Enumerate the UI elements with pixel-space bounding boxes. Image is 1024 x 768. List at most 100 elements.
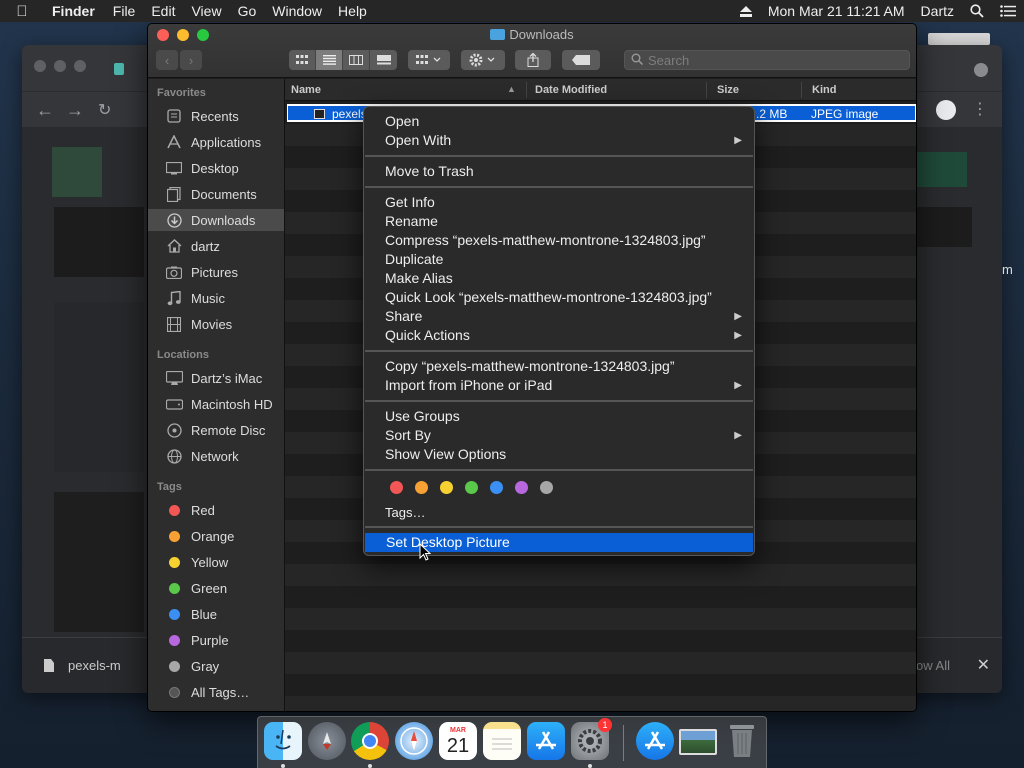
forward-icon[interactable]: → xyxy=(66,100,84,121)
sidebar-tag-purple[interactable]: Purple xyxy=(148,629,284,651)
sidebar-item-imac[interactable]: Dartz’s iMac xyxy=(148,367,284,389)
eject-icon[interactable] xyxy=(732,5,760,17)
tag-yellow-dot[interactable] xyxy=(440,481,453,494)
column-name[interactable]: Name xyxy=(291,84,321,96)
menu-item-compress[interactable]: Compress “pexels-matthew-montrone-132480… xyxy=(364,231,754,250)
sidebar-item-documents[interactable]: Documents xyxy=(148,183,284,205)
list-column-header: Name ▲ Date Modified Size Kind xyxy=(285,79,916,101)
close-download-bar-icon[interactable]: ✕ xyxy=(977,655,990,675)
gallery-view-icon[interactable] xyxy=(370,50,397,70)
desktop-icon xyxy=(165,160,183,176)
menu-item-import-from-iphone[interactable]: Import from iPhone or iPad ▶ xyxy=(364,376,754,395)
menu-item-share[interactable]: Share ▶ xyxy=(364,307,754,326)
menu-clock[interactable]: Mon Mar 21 11:21 AM xyxy=(760,3,913,19)
sidebar-item-downloads[interactable]: Downloads xyxy=(148,209,284,231)
menu-item-show-view-options[interactable]: Show View Options xyxy=(364,445,754,464)
menu-item-make-alias[interactable]: Make Alias xyxy=(364,269,754,288)
sidebar-tag-yellow[interactable]: Yellow xyxy=(148,551,284,573)
menu-user[interactable]: Dartz xyxy=(913,3,962,19)
finder-icon[interactable] xyxy=(264,722,302,760)
reload-icon[interactable]: ↻ xyxy=(98,100,111,120)
tag-red-dot[interactable] xyxy=(390,481,403,494)
apple-menu-icon[interactable]:  xyxy=(0,3,44,20)
menu-item-use-groups[interactable]: Use Groups xyxy=(364,407,754,426)
column-kind[interactable]: Kind xyxy=(812,84,836,96)
menu-help[interactable]: Help xyxy=(330,3,375,19)
browser-kebab-icon[interactable]: ⋮ xyxy=(972,99,988,119)
show-all-button[interactable]: ow All xyxy=(916,658,950,673)
tag-blue-dot[interactable] xyxy=(490,481,503,494)
photo-icon[interactable] xyxy=(679,729,717,755)
view-mode-control xyxy=(289,50,397,70)
forward-button[interactable]: › xyxy=(180,50,202,70)
launchpad-icon[interactable] xyxy=(308,722,346,760)
sidebar-tag-blue[interactable]: Blue xyxy=(148,603,284,625)
profile-avatar-icon[interactable] xyxy=(936,100,956,120)
menu-item-get-info[interactable]: Get Info xyxy=(364,193,754,212)
sidebar-item-recents[interactable]: Recents xyxy=(148,105,284,127)
tag-green-dot[interactable] xyxy=(465,481,478,494)
column-size[interactable]: Size xyxy=(717,84,739,96)
icon-view-icon[interactable] xyxy=(289,50,316,70)
menu-item-quick-actions[interactable]: Quick Actions ▶ xyxy=(364,326,754,345)
tag-gray-dot[interactable] xyxy=(540,481,553,494)
hard-disk-icon xyxy=(165,396,183,412)
sidebar-tag-green[interactable]: Green xyxy=(148,577,284,599)
back-icon[interactable]: ← xyxy=(36,100,54,121)
chrome-icon[interactable] xyxy=(351,722,389,760)
sidebar-tag-orange[interactable]: Orange xyxy=(148,525,284,547)
group-button[interactable] xyxy=(408,50,450,70)
column-date-modified[interactable]: Date Modified xyxy=(535,84,607,96)
sidebar-item-movies[interactable]: Movies xyxy=(148,313,284,335)
menu-item-open[interactable]: Open xyxy=(364,112,754,131)
back-button[interactable]: ‹ xyxy=(156,50,178,70)
menu-window[interactable]: Window xyxy=(264,3,330,19)
browser-menu-icon[interactable] xyxy=(974,63,988,77)
sidebar-tag-red[interactable]: Red xyxy=(148,499,284,521)
tag-purple-dot[interactable] xyxy=(515,481,528,494)
sidebar-item-music[interactable]: Music xyxy=(148,287,284,309)
sidebar-item-pictures[interactable]: Pictures xyxy=(148,261,284,283)
menu-app-name[interactable]: Finder xyxy=(44,3,105,19)
download-item[interactable]: pexels-m xyxy=(44,658,121,673)
action-button[interactable] xyxy=(461,50,505,70)
downloads-icon xyxy=(165,212,183,228)
calendar-icon[interactable]: MAR 21 xyxy=(439,722,477,760)
menu-file[interactable]: File xyxy=(105,3,144,19)
search-input[interactable] xyxy=(648,52,888,68)
sidebar-item-macintosh-hd[interactable]: Macintosh HD xyxy=(148,393,284,415)
app-store-download-icon[interactable] xyxy=(636,722,674,760)
menu-edit[interactable]: Edit xyxy=(143,3,183,19)
menu-item-duplicate[interactable]: Duplicate xyxy=(364,250,754,269)
menu-view[interactable]: View xyxy=(183,3,229,19)
sidebar-item-desktop[interactable]: Desktop xyxy=(148,157,284,179)
tag-orange-dot[interactable] xyxy=(415,481,428,494)
sidebar-item-network[interactable]: Network xyxy=(148,445,284,467)
list-view-icon[interactable] xyxy=(316,50,343,70)
notification-center-icon[interactable] xyxy=(992,5,1024,17)
sidebar-tag-gray[interactable]: Gray xyxy=(148,655,284,677)
tag-button[interactable] xyxy=(562,50,600,70)
menu-item-rename[interactable]: Rename xyxy=(364,212,754,231)
app-store-icon[interactable] xyxy=(527,722,565,760)
search-field[interactable] xyxy=(624,50,910,70)
menu-item-quick-look[interactable]: Quick Look “pexels-matthew-montrone-1324… xyxy=(364,288,754,307)
menu-item-open-with[interactable]: Open With ▶ xyxy=(364,131,754,150)
sidebar-item-home[interactable]: dartz xyxy=(148,235,284,257)
spotlight-icon[interactable] xyxy=(962,4,992,18)
column-view-icon[interactable] xyxy=(343,50,370,70)
share-button[interactable] xyxy=(515,50,551,70)
trash-icon[interactable] xyxy=(723,722,761,760)
menu-item-tags[interactable]: Tags… xyxy=(364,503,754,522)
sidebar-item-remote-disc[interactable]: Remote Disc xyxy=(148,419,284,441)
menu-item-sort-by[interactable]: Sort By ▶ xyxy=(364,426,754,445)
sidebar-item-applications[interactable]: Applications xyxy=(148,131,284,153)
menu-item-copy[interactable]: Copy “pexels-matthew-montrone-1324803.jp… xyxy=(364,357,754,376)
sidebar-all-tags[interactable]: All Tags… xyxy=(148,681,284,703)
safari-icon[interactable] xyxy=(395,722,433,760)
sidebar-item-label: Gray xyxy=(191,658,220,674)
notes-icon[interactable] xyxy=(483,722,521,760)
menu-go[interactable]: Go xyxy=(230,3,265,19)
system-preferences-icon[interactable]: 1 xyxy=(571,718,612,760)
menu-item-move-to-trash[interactable]: Move to Trash xyxy=(364,162,754,181)
